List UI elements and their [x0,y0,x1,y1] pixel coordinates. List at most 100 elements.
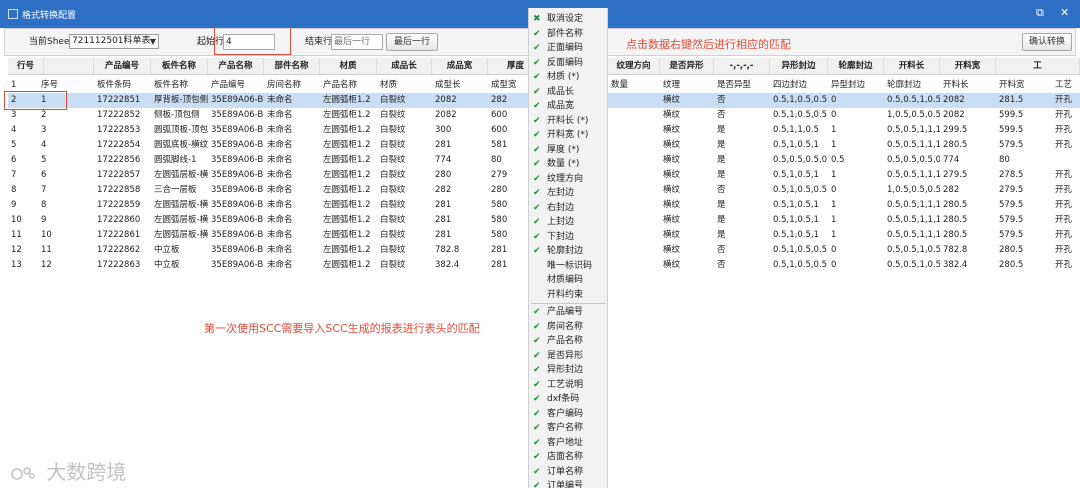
table-cell[interactable]: 0.5,1,0.5,1 [770,198,828,213]
menu-item[interactable]: ✔ 异形封边 [529,363,607,377]
table-cell[interactable]: 0.5,0.5,0.5,0.5 [884,153,940,168]
table-cell[interactable]: 0.5,0.5,1,0.5 [884,93,940,108]
table-cell[interactable]: 开孔 [1052,123,1080,138]
table-cell[interactable]: 未命名 [264,153,320,168]
table-cell[interactable]: 35E89A06-B6 [208,243,264,258]
table-cell[interactable] [608,138,660,153]
table-cell[interactable]: 279.5 [940,168,996,183]
menu-item[interactable]: ✔ 成品长 [529,85,607,99]
table-cell[interactable]: 6 [8,153,38,168]
table-cell[interactable]: 四边封边 [770,78,828,93]
menu-item[interactable]: ✔ 客户编码 [529,407,607,421]
table-cell[interactable] [608,153,660,168]
table-cell[interactable]: 工艺 [1052,78,1080,93]
table-cell[interactable]: 未命名 [264,93,320,108]
column-header[interactable]: 开料长 [884,58,940,74]
table-cell[interactable]: 开孔 [1052,228,1080,243]
table-cell[interactable]: 9 [8,198,38,213]
table-cell[interactable]: 11 [38,243,94,258]
table-cell[interactable]: 35E89A06-B6 [208,213,264,228]
table-cell[interactable]: 开孔 [1052,93,1080,108]
table-cell[interactable]: 否 [714,258,770,273]
table-cell[interactable]: 17222858 [94,183,151,198]
table-cell[interactable]: 13 [8,258,38,273]
menu-item[interactable]: 开料约束 [529,288,607,302]
table-cell[interactable]: 否 [714,93,770,108]
menu-item[interactable]: ✔ 客户地址 [529,436,607,450]
menu-item[interactable]: ✔ 正面编码 [529,41,607,55]
table-cell[interactable]: 横纹 [660,168,714,183]
table-cell[interactable]: 未命名 [264,183,320,198]
table-cell[interactable]: 280.5 [996,258,1052,273]
column-header[interactable]: 部件名称 [264,58,320,74]
table-cell[interactable] [608,108,660,123]
table-cell[interactable]: 横纹 [660,108,714,123]
table-cell[interactable]: 0.5,0.5,1,1,1 [884,138,940,153]
table-cell[interactable]: 数量 [608,78,660,93]
table-cell[interactable]: 开料宽 [996,78,1052,93]
table-cell[interactable]: 1 [828,228,884,243]
table-cell[interactable]: 中立板 [151,243,208,258]
menu-item[interactable]: ✔ 订单编号 [529,479,607,488]
table-cell[interactable]: 圆弧脚线-1 [151,153,208,168]
table-cell[interactable]: 579.5 [996,198,1052,213]
table-cell[interactable]: 白裂纹 [377,168,432,183]
table-cell[interactable]: 774 [432,153,488,168]
restore-icon[interactable]: ⧉ [1036,6,1044,20]
table-cell[interactable]: 10 [38,228,94,243]
table-cell[interactable]: 板件名称 [151,78,208,93]
table-cell[interactable]: 279.5 [996,183,1052,198]
table-cell[interactable]: 白裂纹 [377,228,432,243]
table-cell[interactable]: 281 [432,228,488,243]
menu-item[interactable]: ✔ 反面编码 [529,56,607,70]
table-cell[interactable]: 0.5,1,0.5,0.5 [770,183,828,198]
table-cell[interactable]: 横纹 [660,153,714,168]
confirm-convert-button[interactable]: 确认转换 [1022,33,1072,51]
table-cell[interactable]: 未命名 [264,168,320,183]
table-cell[interactable]: 17222854 [94,138,151,153]
column-header[interactable]: 异形封边 [770,58,828,74]
table-cell[interactable]: 否 [714,183,770,198]
table-cell[interactable]: 17222857 [94,168,151,183]
table-cell[interactable]: 否 [714,108,770,123]
table-cell[interactable]: 异型封边 [828,78,884,93]
menu-item[interactable]: ✔ 店面名称 [529,450,607,464]
table-cell[interactable]: 8 [8,183,38,198]
menu-item[interactable]: ✔ 开料宽 (*) [529,128,607,142]
table-cell[interactable]: 382.4 [432,258,488,273]
table-cell[interactable]: 白裂纹 [377,93,432,108]
table-cell[interactable]: 白裂纹 [377,123,432,138]
table-cell[interactable]: 未命名 [264,258,320,273]
table-cell[interactable]: 599.5 [996,123,1052,138]
table-cell[interactable]: 未命名 [264,123,320,138]
table-cell[interactable]: 280.5 [940,213,996,228]
table-cell[interactable]: 4 [8,123,38,138]
table-cell[interactable]: 开孔 [1052,213,1080,228]
table-cell[interactable]: 横纹 [660,228,714,243]
table-cell[interactable]: 未命名 [264,138,320,153]
table-cell[interactable] [608,213,660,228]
menu-item[interactable]: ✔ 厚度 (*) [529,143,607,157]
close-icon[interactable]: ✕ [1060,6,1069,19]
table-cell[interactable]: 35E89A06-B6 [208,168,264,183]
table-cell[interactable]: 4 [38,138,94,153]
table-cell[interactable]: 7 [8,168,38,183]
table-cell[interactable]: 是 [714,153,770,168]
table-cell[interactable]: 35E89A06-B6 [208,123,264,138]
table-cell[interactable]: 3 [38,123,94,138]
sheet-select[interactable]: 721112501料单表 ▼ [69,34,159,49]
column-header[interactable]: 纹理方向 [608,58,660,74]
table-cell[interactable]: 2082 [940,108,996,123]
table-cell[interactable]: 281 [432,198,488,213]
menu-item[interactable]: ✔ 工艺说明 [529,378,607,392]
table-cell[interactable]: 2082 [432,108,488,123]
table-cell[interactable]: 横纹 [660,93,714,108]
table-cell[interactable]: 35E89A06-B6 [208,228,264,243]
table-cell[interactable]: 三合一层板 [151,183,208,198]
table-cell[interactable]: 280 [432,168,488,183]
table-cell[interactable]: 0.5,0.5,1,1,1 [884,213,940,228]
table-cell[interactable]: 0.5,0.5,1,1,1 [884,228,940,243]
table-cell[interactable]: 是 [714,168,770,183]
table-cell[interactable]: 左圆弧柜1.2 [320,183,377,198]
table-cell[interactable]: 9 [38,213,94,228]
